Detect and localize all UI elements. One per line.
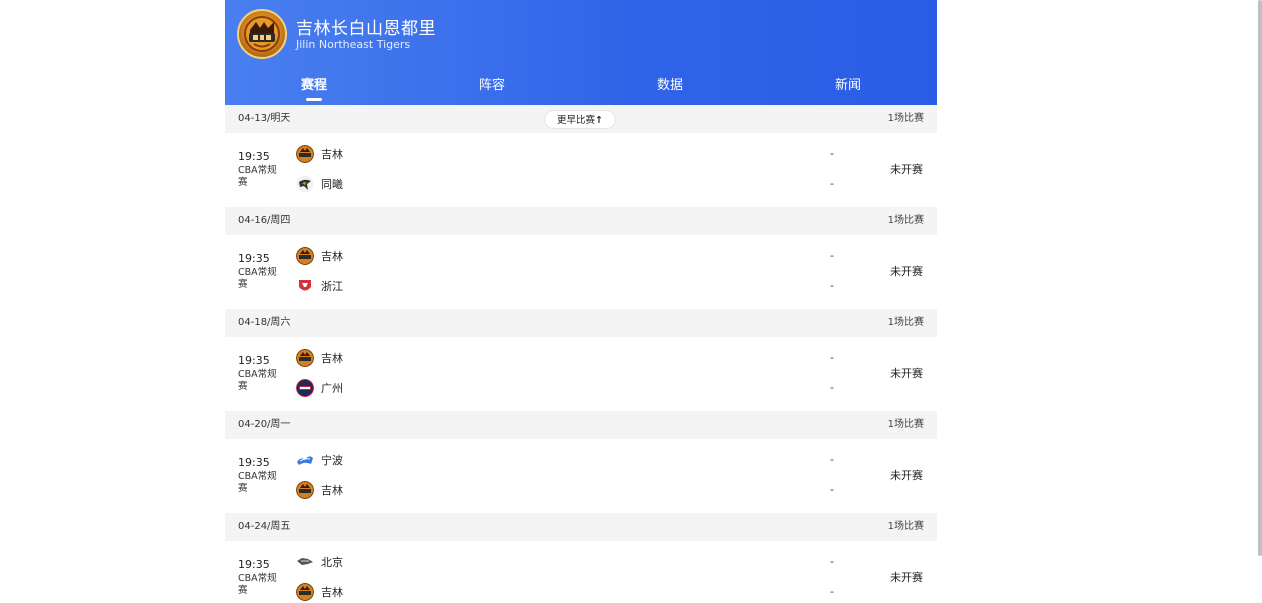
away-score: - (830, 177, 834, 190)
match-league: CBA常规赛 (238, 369, 277, 392)
match-row[interactable]: 19:35 CBA常规赛 吉林 浙江 - - 未开赛 (225, 235, 937, 309)
away-team: 广州 (296, 378, 343, 398)
day-match-count: 1场比赛 (887, 317, 924, 328)
tab-roster[interactable]: 阵容 (403, 70, 581, 105)
earlier-matches-button[interactable]: 更早比赛↑ (544, 110, 616, 129)
match-time: 19:35 (238, 354, 270, 367)
tab-label: 阵容 (478, 78, 505, 93)
home-team: 吉林 (296, 348, 343, 368)
jilin-logo-icon (296, 349, 314, 367)
team-name-label: 吉林 (321, 250, 343, 263)
match-status: 未开赛 (890, 469, 923, 482)
day-date: 04-20/周一 (238, 419, 291, 430)
tab-stats[interactable]: 数据 (581, 70, 759, 105)
tab-bar: 赛程 阵容 数据 新闻 (225, 70, 937, 105)
team-name-label: 宁波 (321, 454, 343, 467)
day-match-count: 1场比赛 (887, 215, 924, 226)
day-header: 04-16/周四 1场比赛 (225, 207, 937, 235)
match-time: 19:35 (238, 456, 270, 469)
match-status: 未开赛 (890, 265, 923, 278)
zhejiang-logo-icon (296, 277, 314, 295)
guangzhou-logo-icon (296, 379, 314, 397)
match-row[interactable]: 19:35 CBA常规赛 北京 吉林 - - 未开赛 (225, 541, 937, 603)
match-status: 未开赛 (890, 163, 923, 176)
away-team: 同曦 (296, 174, 343, 194)
home-team: 吉林 (296, 144, 343, 164)
away-score: - (830, 585, 834, 598)
page-scrollbar[interactable] (1258, 0, 1262, 556)
tab-news[interactable]: 新闻 (759, 70, 937, 105)
match-time: 19:35 (238, 558, 270, 571)
day-header: 04-13/明天 更早比赛↑ 1场比赛 (225, 105, 937, 133)
home-score: - (830, 147, 834, 160)
tab-schedule[interactable]: 赛程 (225, 70, 403, 105)
match-row[interactable]: 19:35 CBA常规赛 吉林 同曦 - - 未开赛 (225, 133, 937, 207)
team-header: 吉林长白山恩都里 Jilin Northeast Tigers 赛程 阵容 数据… (225, 0, 937, 105)
match-row[interactable]: 19:35 CBA常规赛 宁波 吉林 - - 未开赛 (225, 439, 937, 513)
ningbo-logo-icon (296, 451, 314, 469)
earlier-matches-label: 更早比赛 (557, 115, 596, 126)
away-score: - (830, 381, 834, 394)
away-team: 吉林 (296, 480, 343, 500)
team-name-label: 吉林 (321, 352, 343, 365)
day-header: 04-24/周五 1场比赛 (225, 513, 937, 541)
away-team: 吉林 (296, 582, 343, 602)
team-name-label: 浙江 (321, 280, 343, 293)
day-date: 04-18/周六 (238, 317, 291, 328)
schedule-list: 04-13/明天 更早比赛↑ 1场比赛 19:35 CBA常规赛 吉林 同曦 - (225, 105, 937, 603)
home-score: - (830, 249, 834, 262)
team-name-label: 吉林 (321, 586, 343, 599)
beijing-logo-icon (296, 553, 314, 571)
arrow-up-icon: ↑ (595, 115, 603, 126)
home-score: - (830, 351, 834, 364)
tab-label: 新闻 (834, 78, 861, 93)
day-match-count: 1场比赛 (887, 113, 924, 124)
match-league: CBA常规赛 (238, 267, 277, 290)
tab-label: 数据 (656, 78, 683, 93)
team-name-label: 同曦 (321, 178, 343, 191)
team-name: 吉林长白山恩都里 (296, 19, 436, 39)
home-team: 吉林 (296, 246, 343, 266)
tiger-logo-icon (237, 9, 287, 59)
schedule-page: 吉林长白山恩都里 Jilin Northeast Tigers 赛程 阵容 数据… (225, 0, 937, 603)
team-name-label: 吉林 (321, 484, 343, 497)
tab-label: 赛程 (300, 78, 327, 93)
match-time: 19:35 (238, 150, 270, 163)
day-match-count: 1场比赛 (887, 521, 924, 532)
active-tab-indicator (306, 98, 322, 101)
match-row[interactable]: 19:35 CBA常规赛 吉林 广州 - - 未开赛 (225, 337, 937, 411)
match-status: 未开赛 (890, 367, 923, 380)
day-header: 04-18/周六 1场比赛 (225, 309, 937, 337)
jilin-logo-icon (296, 247, 314, 265)
match-league: CBA常规赛 (238, 165, 277, 188)
home-score: - (830, 555, 834, 568)
home-team: 北京 (296, 552, 343, 572)
day-date: 04-13/明天 (238, 113, 291, 124)
jilin-logo-icon (296, 145, 314, 163)
home-score: - (830, 453, 834, 466)
tongxi-logo-icon (296, 175, 314, 193)
day-date: 04-16/周四 (238, 215, 291, 226)
day-header: 04-20/周一 1场比赛 (225, 411, 937, 439)
match-league: CBA常规赛 (238, 471, 277, 494)
team-name-label: 吉林 (321, 148, 343, 161)
team-name-label: 广州 (321, 382, 343, 395)
team-name-english: Jilin Northeast Tigers (296, 38, 411, 51)
day-date: 04-24/周五 (238, 521, 291, 532)
away-team: 浙江 (296, 276, 343, 296)
jilin-logo-icon (296, 481, 314, 499)
day-match-count: 1场比赛 (887, 419, 924, 430)
team-name-label: 北京 (321, 556, 343, 569)
match-time: 19:35 (238, 252, 270, 265)
away-score: - (830, 483, 834, 496)
match-league: CBA常规赛 (238, 573, 277, 596)
jilin-logo-icon (296, 583, 314, 601)
away-score: - (830, 279, 834, 292)
match-status: 未开赛 (890, 571, 923, 584)
home-team: 宁波 (296, 450, 343, 470)
